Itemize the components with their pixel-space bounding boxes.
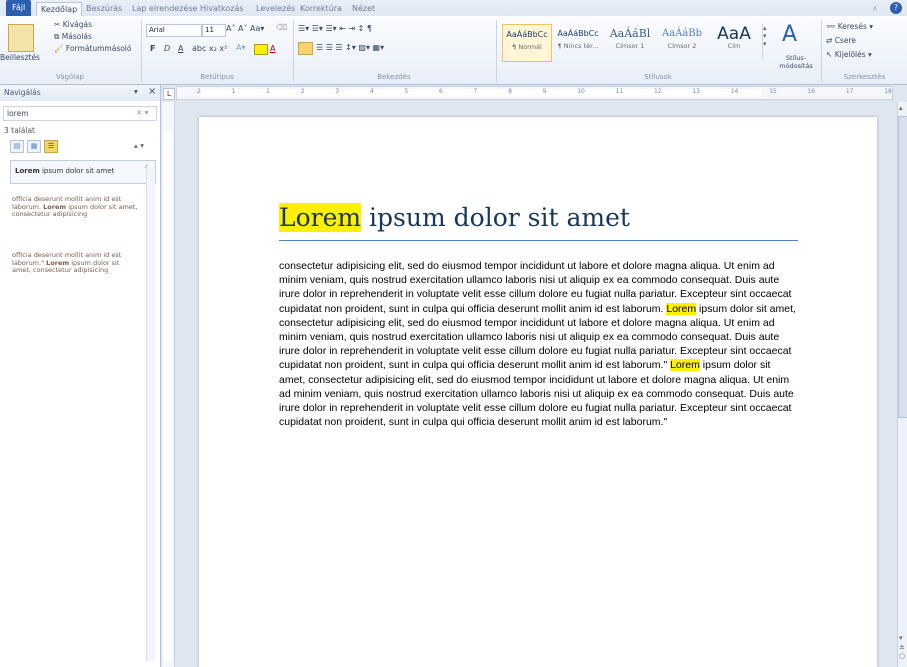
tab-view[interactable]: Nézet (348, 2, 379, 15)
binoculars-icon: 👓 (826, 22, 836, 31)
ribbon: Beillesztés ✂ Kivágás ⧉ Másolás 🖌 Formát… (0, 16, 907, 85)
pages-view-icon[interactable]: ▦ (27, 140, 41, 153)
headings-view-icon[interactable]: ▤ (10, 140, 24, 153)
paste-icon[interactable] (8, 24, 34, 52)
highlight-color-icon[interactable] (254, 44, 268, 55)
clear-search-icon[interactable]: × ▾ (136, 108, 148, 117)
close-pane-icon[interactable]: × (148, 86, 156, 97)
document-body-paragraph[interactable]: consectetur adipisicing elit, sed do eiu… (279, 259, 799, 429)
grow-font-icon[interactable]: A˄ A˅ Aa▾ (226, 24, 264, 33)
underline-button[interactable]: A (178, 44, 183, 53)
document-page[interactable]: Lorem ipsum dolor sit amet consectetur a… (199, 117, 877, 667)
editing-group-label: Szerkesztés (843, 73, 886, 81)
ruler-ticks: 2 1 1 2 3 4 5 6 7 8 9 10 11 12 13 14 15 16 17 18 (197, 88, 892, 95)
font-size-select[interactable]: 11 (202, 24, 226, 37)
search-highlight: Lorem (670, 359, 700, 372)
document-title[interactable]: Lorem ipsum dolor sit amet (279, 203, 799, 232)
replace-icon: ⇄ (826, 36, 833, 45)
navigation-title: Navigálás (4, 88, 41, 97)
text-effects-icon[interactable]: A▾ (236, 43, 246, 52)
strikethrough-icon[interactable]: abc x₂ x² (192, 44, 227, 53)
results-view-icon[interactable]: ☰ (44, 140, 58, 153)
cut-button[interactable]: ✂ Kivágás (54, 20, 92, 29)
title-underline (279, 240, 798, 241)
navigation-pane-header: Navigálás ▾ × (0, 85, 160, 101)
bold-button[interactable]: F (150, 44, 155, 53)
cursor-icon: ↖ (826, 50, 833, 59)
vertical-ruler[interactable] (162, 102, 175, 667)
tab-references[interactable]: Hivatkozás (196, 2, 248, 15)
tab-insert[interactable]: Beszúrás (82, 2, 126, 15)
ribbon-tab-bar: Fájl Kezdőlap Beszúrás Lap elrendezése H… (0, 0, 907, 17)
help-icon[interactable]: ? (890, 2, 902, 14)
tab-file[interactable]: Fájl (6, 0, 32, 16)
scissors-icon: ✂ (54, 20, 61, 29)
prev-next-result-icon[interactable]: ▴ ▾ (134, 141, 144, 150)
nav-scrollbar[interactable] (146, 166, 155, 661)
tab-mailings[interactable]: Levelezés (252, 2, 299, 15)
search-highlight: Lorem (666, 302, 697, 315)
paste-button[interactable]: Beillesztés (0, 53, 40, 62)
font-name-select[interactable]: Arial (146, 24, 202, 37)
search-highlight: Lorem (279, 203, 362, 232)
tab-page-layout[interactable]: Lap elrendezése (128, 2, 201, 15)
align-icons[interactable]: ☰ ☰ ☰ ↕▾ ▨▾ ▦▾ (316, 43, 384, 52)
paragraph-group-label: Bekezdés (377, 73, 411, 81)
pane-options-icon[interactable]: ▾ (134, 87, 138, 96)
nav-result-item[interactable]: officia deserunt mollit anim id est labo… (12, 195, 140, 219)
change-styles-button[interactable]: Stílus-módosítás (776, 54, 816, 70)
style-normal[interactable]: AaÁáBbCc ¶ Normál (502, 24, 552, 62)
tab-home[interactable]: Kezdőlap (36, 2, 83, 16)
minimize-ribbon-icon[interactable]: ∧ (868, 2, 882, 15)
styles-group-label: Stílusok (644, 73, 672, 81)
list-icons[interactable]: ☰▾ ☰▾ ☰▾ ⇤ ⇥ ↕ ¶ (298, 24, 372, 33)
style-title[interactable]: AaA Cím (710, 24, 758, 60)
vertical-scrollbar[interactable]: ▴ ▾ ± ○ (897, 102, 907, 667)
tab-review[interactable]: Korrektúra (296, 2, 346, 15)
style-no-spacing[interactable]: AaÁáBbCc ¶ Nincs tér... (554, 24, 602, 60)
replace-button[interactable]: ⇄ Csere (826, 36, 856, 45)
style-heading-2[interactable]: AaÁáBb Címsor 2 (658, 24, 706, 60)
results-count: 3 találat (4, 126, 35, 135)
brush-icon: 🖌 (54, 44, 64, 53)
copy-button[interactable]: ⧉ Másolás (54, 32, 92, 42)
ruler-text-area (164, 132, 172, 662)
style-heading-1[interactable]: AaÁáBl Címsor 1 (606, 24, 654, 60)
nav-result-item[interactable]: officia deserunt mollit anim id est labo… (12, 251, 140, 275)
format-painter-button[interactable]: 🖌 Formátummásoló (54, 44, 131, 53)
clear-format-icon[interactable]: ⌫ (276, 23, 287, 32)
italic-button[interactable]: D (164, 44, 170, 53)
change-styles-icon[interactable]: A (782, 22, 797, 47)
font-group-label: Betűtípus (200, 73, 234, 81)
nav-result-item[interactable]: Lorem ipsum dolor sit amet ▴ (10, 160, 156, 184)
scroll-thumb[interactable] (898, 116, 907, 418)
find-button[interactable]: 👓 Keresés ▾ (826, 22, 873, 31)
tab-selector-icon[interactable]: L (163, 88, 175, 100)
horizontal-ruler[interactable]: 2 1 1 2 3 4 5 6 7 8 9 10 11 12 13 14 15 16 17 18 (176, 86, 893, 100)
font-color-icon[interactable]: A (270, 44, 275, 53)
scroll-up-icon[interactable]: ▴ (899, 104, 903, 112)
select-button[interactable]: ↖ Kijelölés ▾ (826, 50, 872, 59)
clipboard-group-label: Vágólap (56, 73, 84, 81)
align-left-icon[interactable] (298, 42, 313, 55)
copy-icon: ⧉ (54, 32, 60, 41)
nav-search-input[interactable]: lorem × ▾ (3, 106, 157, 121)
browse-icons[interactable]: ▾ ± ○ (899, 634, 905, 661)
styles-scroll-icon[interactable]: ▴ ▾ ▾ (762, 24, 771, 60)
